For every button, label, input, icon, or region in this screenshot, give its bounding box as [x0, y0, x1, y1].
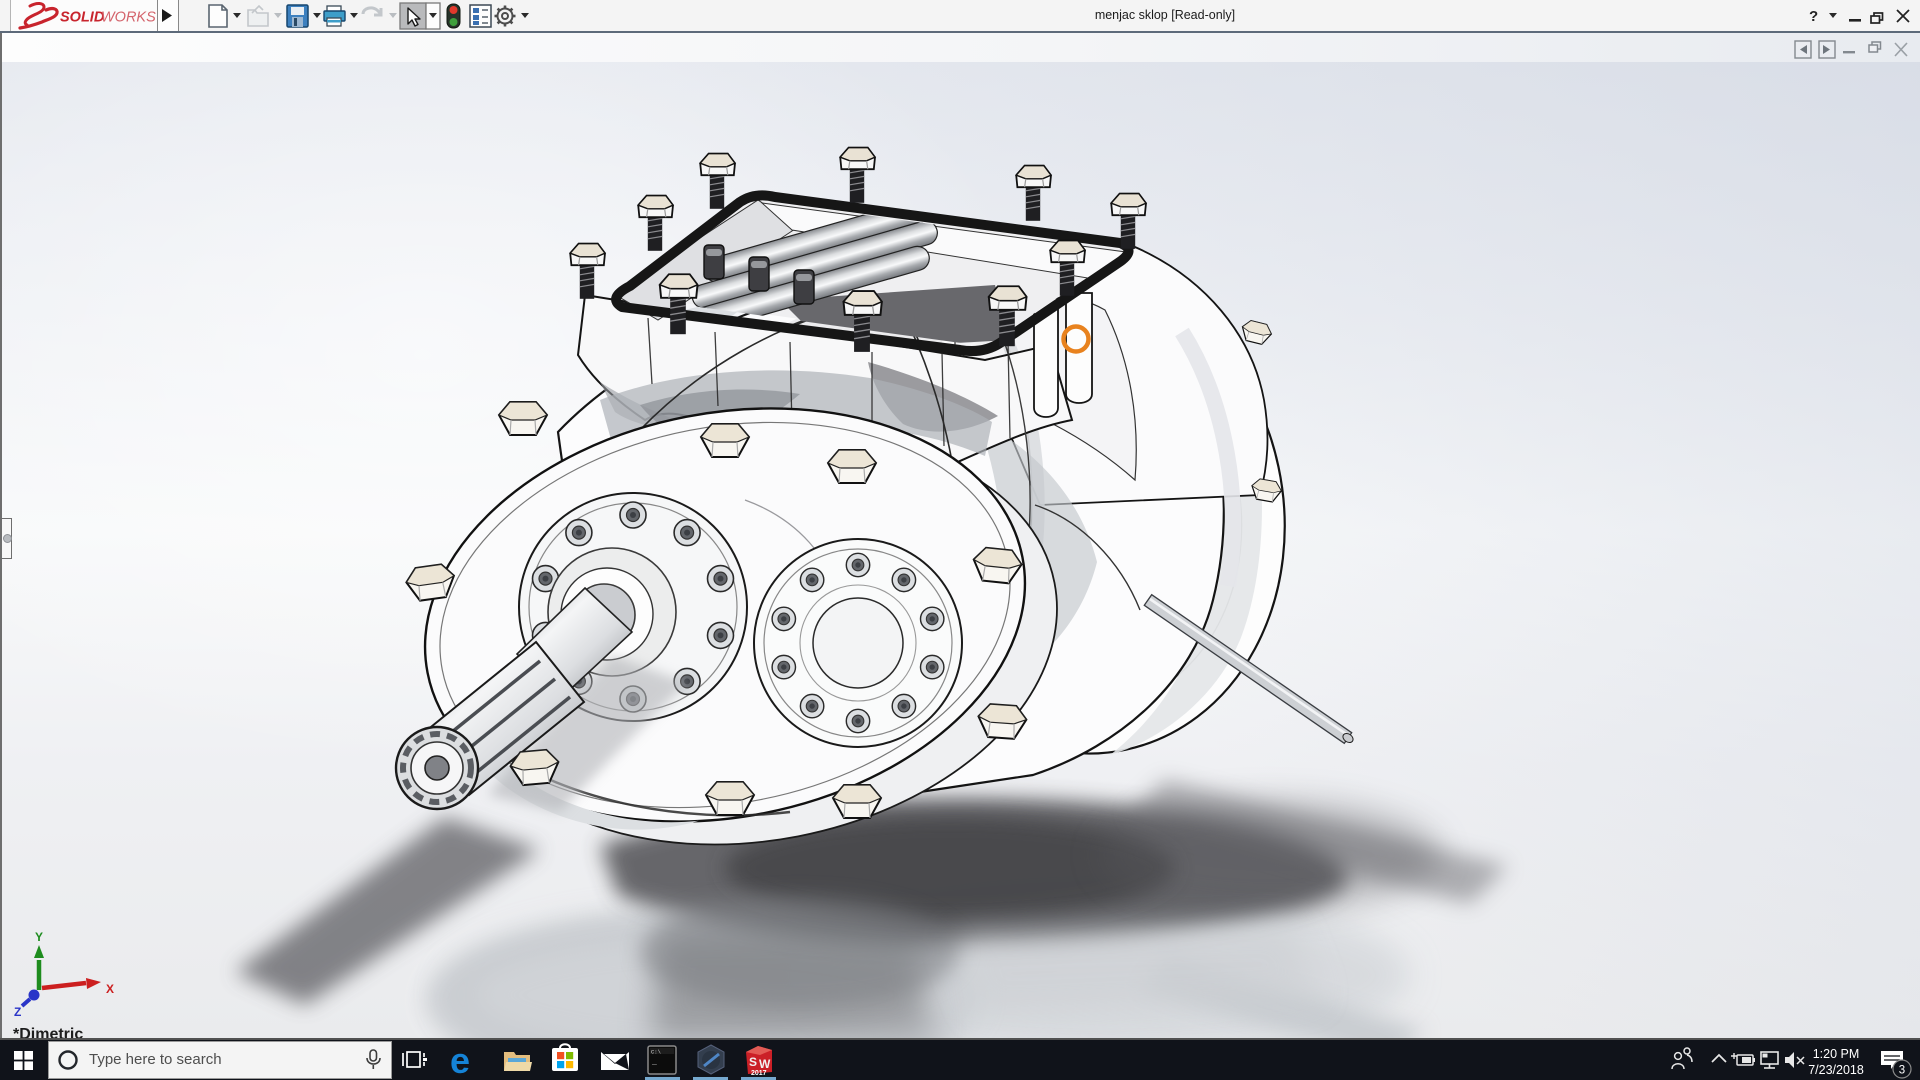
svg-text:e: e	[450, 1040, 470, 1080]
svg-text:W: W	[759, 1057, 771, 1071]
svg-text:_: _	[651, 1058, 657, 1067]
svg-text:X: X	[106, 982, 114, 996]
svg-text:Y: Y	[35, 930, 43, 944]
svg-text:?: ?	[1809, 8, 1818, 25]
svg-text:7/23/2018: 7/23/2018	[1808, 1063, 1864, 1077]
svg-text:S: S	[749, 1055, 757, 1069]
svg-text:2017: 2017	[751, 1070, 767, 1077]
svg-text:WORKS: WORKS	[101, 10, 156, 26]
svg-text:3: 3	[1899, 1065, 1905, 1077]
svg-text:Z: Z	[14, 1005, 21, 1019]
svg-text:C:\: C:\	[651, 1049, 661, 1056]
svg-text:1:20 PM: 1:20 PM	[1813, 1047, 1860, 1061]
svg-text:SOLID: SOLID	[60, 10, 105, 26]
